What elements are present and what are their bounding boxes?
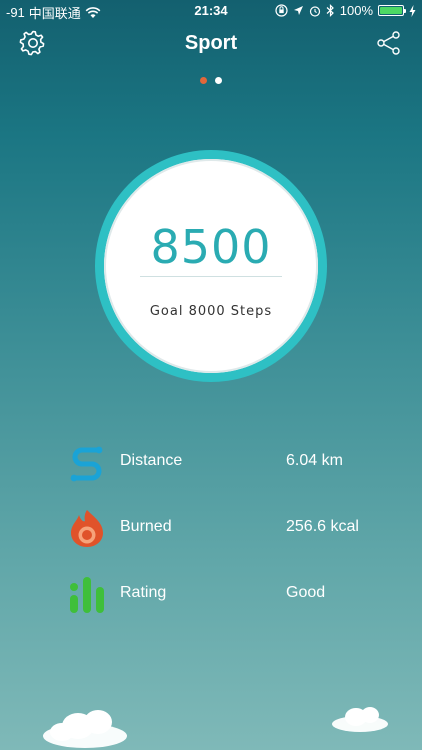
location-icon xyxy=(293,6,303,15)
page-dot-1[interactable] xyxy=(200,77,207,84)
bluetooth-icon xyxy=(326,4,334,17)
step-count: 8500 xyxy=(150,220,272,274)
stat-label-burned: Burned xyxy=(120,518,172,535)
page-title: Sport xyxy=(184,32,238,54)
page-dot-2[interactable] xyxy=(215,77,222,84)
status-right: 100% xyxy=(275,3,416,18)
status-bar: -91 中国联通 21:34 100% xyxy=(0,0,422,22)
stat-value-burned: 256.6 kcal xyxy=(286,518,359,535)
nav-bar: Sport xyxy=(0,22,422,66)
stat-label-distance: Distance xyxy=(120,452,183,469)
orientation-lock-icon xyxy=(275,4,288,17)
stat-row-burned: Burned 256.6 kcal xyxy=(0,503,422,553)
share-button[interactable] xyxy=(376,30,402,56)
stat-value-rating: Good xyxy=(286,584,326,601)
stat-row-rating: Rating Good xyxy=(0,569,422,619)
alarm-icon xyxy=(309,5,320,17)
stat-value-distance: 6.04 km xyxy=(286,452,343,469)
step-goal: Goal 8000 Steps xyxy=(149,304,273,319)
share-icon xyxy=(377,31,400,55)
ring-divider xyxy=(140,276,282,277)
battery-percent: 100% xyxy=(339,3,373,18)
flame-icon xyxy=(71,510,103,547)
stat-row-distance: Distance 6.04 km xyxy=(0,437,422,487)
cloud-left xyxy=(43,710,127,748)
cloud-right xyxy=(332,707,388,732)
distance-icon xyxy=(70,446,103,482)
bar-chart-icon xyxy=(70,577,104,613)
stat-label-rating: Rating xyxy=(120,584,167,601)
charging-icon xyxy=(409,4,416,17)
page-indicator[interactable] xyxy=(0,77,422,84)
battery-icon xyxy=(378,5,406,16)
